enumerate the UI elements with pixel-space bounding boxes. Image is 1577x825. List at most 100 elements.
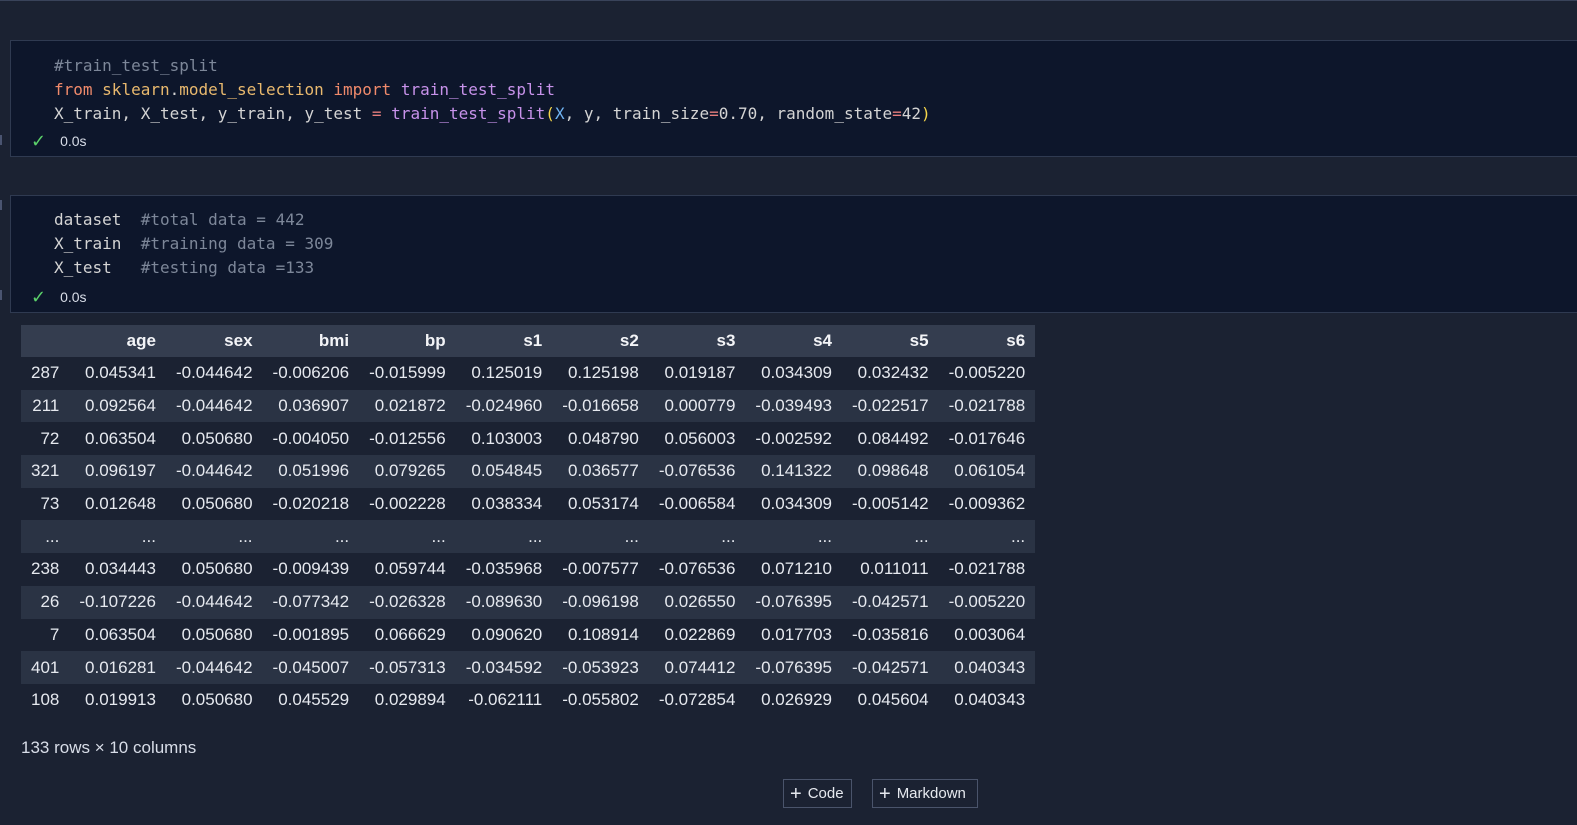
table-cell: -0.107226 <box>79 592 156 612</box>
column-header: sex <box>165 325 263 357</box>
column-header: age <box>69 325 166 357</box>
dataframe-header-row: age sex bmi bp s1 s2 s3 s4 s5 s6 <box>21 325 1036 357</box>
table-cell: 0.050680 <box>181 559 253 579</box>
code-token: #train_test_split <box>54 56 218 75</box>
table-cell: 0.103003 <box>471 428 543 448</box>
column-header: s4 <box>745 325 842 357</box>
code-token: X <box>554 104 565 123</box>
cell-status: ✓ 0.0s <box>31 132 87 150</box>
table-cell: -0.096198 <box>562 592 639 612</box>
code-token: sklearn <box>102 80 170 99</box>
table-cell: -0.026328 <box>369 592 446 612</box>
table-cell: -0.044642 <box>175 657 253 677</box>
table-cell: -0.089630 <box>465 592 543 612</box>
table-cell: 0.022869 <box>664 624 736 644</box>
table-cell: 0.036577 <box>567 461 639 481</box>
cell-gutter-marker <box>0 135 2 145</box>
table-cell: -0.035968 <box>465 559 543 579</box>
check-icon: ✓ <box>31 287 47 307</box>
table-cell: -0.016658 <box>562 396 639 416</box>
add-code-cell-button[interactable]: + Code <box>783 779 852 808</box>
code-line: X_train #training data = 309 <box>54 232 333 256</box>
table-cell: -0.053923 <box>562 657 639 677</box>
dataframe-body: 287 0.045341 -0.044642 -0.006206 -0.015999 0.… <box>21 357 1036 717</box>
table-cell: -0.035816 <box>852 624 929 644</box>
table-cell: -0.012556 <box>369 428 446 448</box>
table-cell: -0.042571 <box>852 657 929 677</box>
table-cell: 0.034309 <box>761 363 832 383</box>
table-cell: 0.011011 <box>860 559 929 579</box>
table-cell: 0.026929 <box>761 690 832 710</box>
code-token: = <box>892 104 902 123</box>
table-cell: 0.125198 <box>567 363 639 383</box>
table-cell: -0.034592 <box>465 657 543 677</box>
code-token: #total data = 442 <box>140 210 305 229</box>
table-row: 7 0.063504 0.050680 -0.001895 0.066629 0.0906… <box>21 618 1036 652</box>
table-cell: 0.125019 <box>471 363 543 383</box>
table-cell: -0.044642 <box>175 461 253 481</box>
table-row: 108 0.019913 0.050680 0.045529 0.029894 -0.06… <box>21 683 1036 717</box>
table-cell: 0.036907 <box>278 396 350 416</box>
table-cell: 0.021872 <box>374 396 446 416</box>
code-token: train_test_split <box>400 80 555 99</box>
code-line: #train_test_split <box>54 54 931 78</box>
table-cell: -0.076395 <box>755 592 832 612</box>
code-editor[interactable]: dataset #total data = 442 X_train #traini… <box>54 208 333 280</box>
row-index: 72 <box>40 428 60 448</box>
table-cell: -0.057313 <box>369 657 446 677</box>
table-cell: ... <box>1010 526 1026 546</box>
code-token: #training data = 309 <box>140 234 334 253</box>
row-index: 238 <box>31 559 60 579</box>
table-cell: -0.005142 <box>852 494 929 514</box>
table-cell: -0.072854 <box>658 690 736 710</box>
table-cell: -0.020218 <box>272 494 350 514</box>
row-index: 7 <box>49 624 60 644</box>
code-token: = <box>371 104 382 123</box>
code-token: X_train, X_test, y_train, y_test <box>54 104 372 123</box>
table-cell: 0.090620 <box>471 624 543 644</box>
table-cell: 0.050680 <box>181 494 253 514</box>
table-cell: -0.042571 <box>852 592 929 612</box>
table-cell: 0.003064 <box>954 624 1026 644</box>
index-header <box>21 325 70 357</box>
code-token: from <box>54 80 93 99</box>
table-cell: ... <box>141 526 156 546</box>
table-cell: -0.007577 <box>562 559 639 579</box>
row-index: 287 <box>31 363 60 383</box>
code-cell-train-test-split[interactable]: #train_test_split from sklearn.model_sele… <box>10 40 1577 157</box>
cell-gutter-marker <box>0 200 2 210</box>
table-cell: -0.045007 <box>272 657 350 677</box>
table-cell: 0.012648 <box>85 494 156 514</box>
code-token: . <box>169 80 180 99</box>
table-cell: 0.098648 <box>857 461 929 481</box>
table-cell: 0.019913 <box>85 690 156 710</box>
row-index: 26 <box>40 592 60 612</box>
table-cell: 0.084492 <box>857 428 929 448</box>
table-cell: -0.002228 <box>369 494 446 514</box>
code-cell-dataset-info[interactable]: dataset #total data = 442 X_train #traini… <box>10 195 1577 313</box>
table-cell: 0.141322 <box>761 461 832 481</box>
table-row: 321 0.096197 -0.044642 0.051996 0.079265 0.05… <box>21 455 1036 488</box>
column-header: s6 <box>938 325 1036 357</box>
execution-time: 0.0s <box>60 133 87 149</box>
table-cell: -0.005220 <box>948 363 1026 383</box>
table-cell: 0.051996 <box>278 461 350 481</box>
table-cell: -0.076395 <box>755 657 832 677</box>
table-cell: 0.092564 <box>85 396 156 416</box>
table-cell: -0.001895 <box>272 624 350 644</box>
code-token: 42 <box>901 104 922 123</box>
add-markdown-cell-button[interactable]: + Markdown <box>872 779 978 808</box>
table-row: 238 0.034443 0.050680 -0.009439 0.059744 -0.0… <box>21 553 1036 586</box>
table-cell: 0.026550 <box>664 592 736 612</box>
code-token: ) <box>921 104 931 123</box>
top-divider <box>0 0 1577 1</box>
code-line: X_test #testing data =133 <box>54 256 333 280</box>
table-cell: -0.017646 <box>948 428 1026 448</box>
code-editor[interactable]: #train_test_split from sklearn.model_sele… <box>54 54 931 126</box>
table-cell: 0.050680 <box>181 428 253 448</box>
table-cell: 0.019187 <box>664 363 736 383</box>
table-cell: ... <box>334 526 350 546</box>
